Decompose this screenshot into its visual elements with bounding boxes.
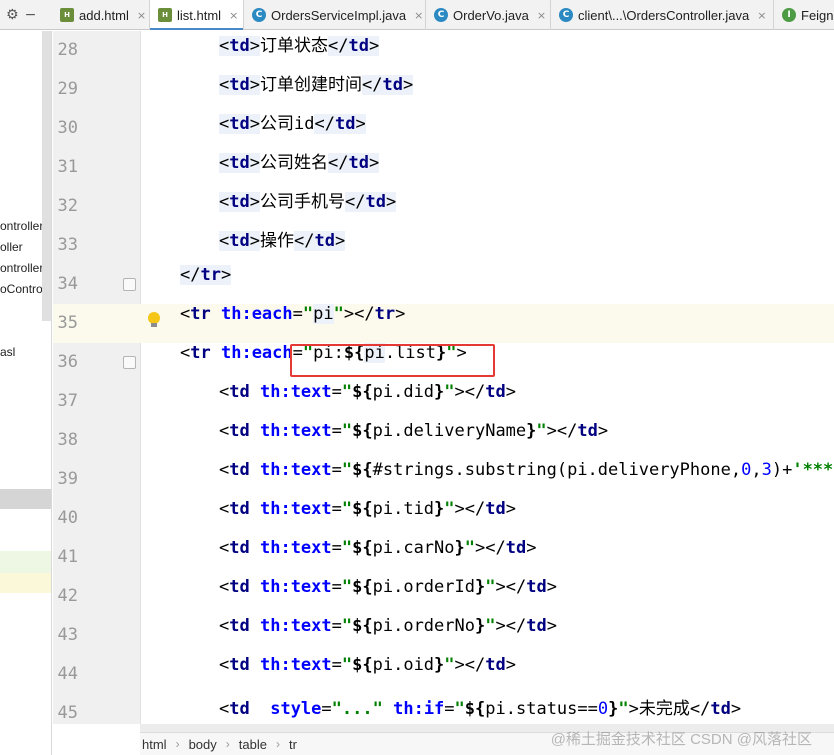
tab-label: OrderVo.java — [453, 7, 529, 23]
watermark: @稀土掘金技术社区 CSDN @风落社区 — [550, 731, 812, 748]
code-text: <td th:text="${#strings.substring(pi.del… — [219, 460, 834, 480]
code-line[interactable]: 28 <td>订单状态</td> — [53, 31, 834, 70]
changed-row — [0, 573, 51, 593]
fold-marker-icon[interactable] — [123, 278, 136, 291]
editor-tab-bar: ⚙ − H add.html × H list.html × C OrdersS… — [0, 0, 834, 30]
line-number: 33 — [57, 235, 78, 255]
code-line[interactable]: 30 <td>公司id</td> — [53, 109, 834, 148]
tab-orders-service-impl[interactable]: C OrdersServiceImpl.java × — [244, 0, 426, 30]
code-text: <td th:text="${pi.deliveryName}"></td> — [219, 421, 609, 441]
line-number: 45 — [57, 703, 78, 723]
code-line[interactable]: 33 <td>操作</td> — [53, 226, 834, 265]
code-text: </tr> — [180, 265, 232, 285]
code-line[interactable]: 34 </tr> — [53, 265, 834, 304]
line-number: 40 — [57, 508, 78, 528]
breadcrumb-item[interactable]: table — [239, 737, 267, 752]
project-toolbar: ⚙ − — [0, 0, 52, 30]
code-text: <td>公司姓名</td> — [219, 153, 380, 173]
code-line[interactable]: 40 <td th:text="${pi.tid}"></td> — [53, 499, 834, 538]
tab-feign[interactable]: I FeignS — [774, 0, 834, 30]
line-number: 38 — [57, 430, 78, 450]
line-number: 44 — [57, 664, 78, 684]
code-line[interactable]: 44 <td th:text="${pi.oid}"></td> — [53, 655, 834, 694]
line-number: 43 — [57, 625, 78, 645]
code-line[interactable]: 35 <tr th:each="pi"></tr> — [53, 304, 834, 343]
code-text: <td style="..." th:if="${pi.status==0}">… — [219, 699, 742, 719]
code-line[interactable]: 45 <td style="..." th:if="${pi.status==0… — [53, 694, 834, 724]
class-file-icon: C — [434, 8, 448, 22]
line-number: 29 — [57, 79, 78, 99]
code-line[interactable]: 39 <td th:text="${#strings.substring(pi.… — [53, 460, 834, 499]
close-icon[interactable]: × — [537, 9, 546, 22]
line-number: 39 — [57, 469, 78, 489]
line-number: 36 — [57, 352, 78, 372]
code-text: <td th:text="${pi.orderId}"></td> — [219, 577, 557, 597]
selected-row — [0, 489, 51, 509]
project-tree-item[interactable]: asl — [0, 345, 51, 359]
tab-orders-controller[interactable]: C client\...\OrdersController.java × — [551, 0, 774, 30]
code-text: <tr th:each="pi"></tr> — [180, 304, 406, 324]
line-number: 32 — [57, 196, 78, 216]
tab-label: FeignS — [801, 7, 834, 23]
code-line[interactable]: 29 <td>订单创建时间</td> — [53, 70, 834, 109]
code-text: <td th:text="${pi.orderNo}"></td> — [219, 616, 557, 636]
gear-icon[interactable]: ⚙ — [6, 7, 19, 23]
code-line[interactable]: 37 <td th:text="${pi.did}"></td> — [53, 382, 834, 421]
modified-row — [0, 551, 51, 573]
fold-marker-icon[interactable] — [123, 356, 136, 369]
code-text: <td>公司手机号</td> — [219, 192, 397, 212]
lightbulb-icon[interactable] — [148, 312, 160, 328]
line-number: 30 — [57, 118, 78, 138]
code-text: <td th:text="${pi.tid}"></td> — [219, 499, 516, 519]
tab-list-html[interactable]: H list.html × — [150, 0, 244, 30]
interface-file-icon: I — [782, 8, 796, 22]
code-editor[interactable]: 28 <td>订单状态</td> 29 <td>订单创建时间</td> 30 <… — [53, 31, 834, 724]
html-file-icon: H — [60, 8, 74, 22]
class-file-icon: C — [252, 8, 266, 22]
chevron-right-icon: › — [275, 737, 280, 751]
project-panel-scrollbar[interactable] — [42, 31, 51, 321]
code-text: <td>公司id</td> — [219, 114, 366, 134]
close-icon[interactable]: × — [137, 9, 146, 22]
tab-label: OrdersServiceImpl.java — [271, 7, 407, 23]
code-text: <td th:text="${pi.did}"></td> — [219, 382, 516, 402]
code-text: <td th:text="${pi.carNo}"></td> — [219, 538, 537, 558]
code-line[interactable]: 31 <td>公司姓名</td> — [53, 148, 834, 187]
line-number: 34 — [57, 274, 78, 294]
code-text: <td>操作</td> — [219, 231, 346, 251]
tab-order-vo[interactable]: C OrderVo.java × — [426, 0, 551, 30]
line-number: 31 — [57, 157, 78, 177]
code-line[interactable]: 32 <td>公司手机号</td> — [53, 187, 834, 226]
tab-label: add.html — [79, 7, 129, 23]
line-number: 42 — [57, 586, 78, 606]
chevron-right-icon: › — [175, 737, 180, 751]
code-line[interactable]: 43 <td th:text="${pi.orderNo}"></td> — [53, 616, 834, 655]
code-line[interactable]: 38 <td th:text="${pi.deliveryName}"></td… — [53, 421, 834, 460]
breadcrumb-item[interactable]: body — [189, 737, 217, 752]
line-number: 28 — [57, 40, 78, 60]
html-file-icon: H — [158, 8, 172, 22]
minimize-icon[interactable]: − — [25, 7, 37, 23]
chevron-right-icon: › — [225, 737, 230, 751]
class-file-icon: C — [559, 8, 573, 22]
close-icon[interactable]: × — [414, 9, 423, 22]
highlight-annotation-box — [290, 344, 495, 377]
code-line[interactable]: 42 <td th:text="${pi.orderId}"></td> — [53, 577, 834, 616]
code-text: <td th:text="${pi.oid}"></td> — [219, 655, 516, 675]
close-icon[interactable]: × — [757, 9, 766, 22]
code-text: <td>订单状态</td> — [219, 36, 380, 56]
line-number: 37 — [57, 391, 78, 411]
breadcrumb-item[interactable]: html — [142, 737, 167, 752]
project-panel: ontroller oller ontroller oControll asl — [0, 31, 52, 755]
code-text: <td>订单创建时间</td> — [219, 75, 414, 95]
close-icon[interactable]: × — [229, 9, 238, 22]
code-line[interactable]: 41 <td th:text="${pi.carNo}"></td> — [53, 538, 834, 577]
line-number: 35 — [57, 313, 78, 333]
breadcrumb-item[interactable]: tr — [289, 737, 297, 752]
line-number: 41 — [57, 547, 78, 567]
tab-label: list.html — [177, 7, 222, 23]
tab-label: client\...\OrdersController.java — [578, 7, 750, 23]
tab-add-html[interactable]: H add.html × — [52, 0, 150, 30]
